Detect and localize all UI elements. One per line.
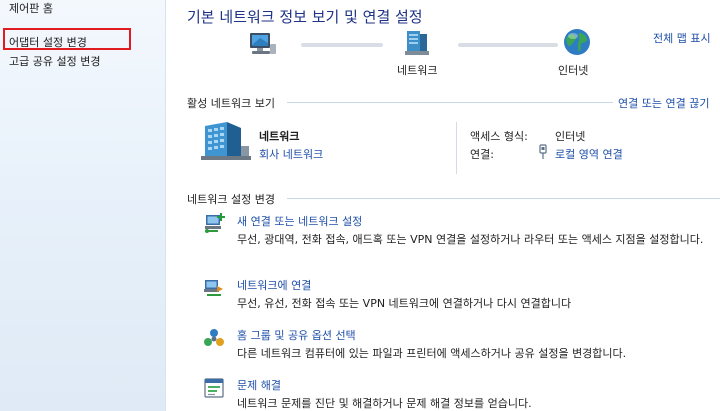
vertical-divider bbox=[456, 122, 457, 174]
internet-label: 인터넷 bbox=[558, 64, 589, 77]
task-title[interactable]: 문제 해결 bbox=[237, 377, 281, 393]
network-building-icon bbox=[201, 122, 251, 160]
network-label: 네트워크 bbox=[397, 64, 438, 77]
map-connection-line bbox=[458, 43, 558, 47]
network-name: 네트워크 bbox=[259, 130, 300, 143]
new-connection-icon[interactable] bbox=[203, 213, 225, 235]
task-description: 네트워크 문제를 진단 및 해결하거나 문제 해결 정보를 얻습니다. bbox=[237, 397, 532, 410]
task-connect-network: 네트워크에 연결 무선, 유선, 전화 접속 또는 VPN 네트워크에 연결하거… bbox=[203, 277, 718, 313]
task-title[interactable]: 네트워크에 연결 bbox=[237, 277, 311, 293]
ethernet-icon bbox=[539, 144, 547, 159]
active-networks-header: 활성 네트워크 보기 bbox=[187, 97, 275, 110]
full-map-link[interactable]: 전체 맵 표시 bbox=[653, 30, 711, 46]
globe-icon[interactable] bbox=[562, 27, 592, 57]
task-new-connection: 새 연결 또는 네트워크 설정 무선, 광대역, 전화 접속, 애드혹 또는 V… bbox=[203, 213, 718, 263]
connections-label: 연결: bbox=[470, 148, 494, 161]
navigation-pane: 제어판 홈 어댑터 설정 변경 고급 공유 설정 변경 bbox=[0, 0, 166, 411]
homegroup-icon[interactable] bbox=[203, 327, 225, 349]
task-homegroup: 홈 그룹 및 공유 옵션 선택 다른 네트워크 컴퓨터에 있는 파일과 프린터에… bbox=[203, 327, 718, 363]
computer-icon[interactable] bbox=[246, 30, 278, 58]
task-description: 다른 네트워크 컴퓨터에 있는 파일과 프린터에 액세스하거나 공유 설정을 변… bbox=[237, 347, 627, 360]
change-settings-header: 네트워크 설정 변경 bbox=[187, 193, 275, 206]
access-type-label: 액세스 형식: bbox=[470, 130, 528, 143]
advanced-sharing-settings-link[interactable]: 고급 공유 설정 변경 bbox=[9, 53, 100, 69]
task-title[interactable]: 홈 그룹 및 공유 옵션 선택 bbox=[237, 327, 356, 343]
local-area-connection-link[interactable]: 로컬 영역 연결 bbox=[555, 146, 623, 162]
main-content: 기본 네트워크 정보 보기 및 연결 설정 전체 맵 표시 네트워크 인터넷 활… bbox=[167, 0, 720, 411]
map-connection-line bbox=[301, 43, 383, 47]
network-icon[interactable] bbox=[403, 29, 433, 57]
task-troubleshoot: 문제 해결 네트워크 문제를 진단 및 해결하거나 문제 해결 정보를 얻습니다… bbox=[203, 377, 718, 411]
connect-disconnect-link[interactable]: 연결 또는 연결 끊기 bbox=[618, 95, 709, 111]
task-title[interactable]: 새 연결 또는 네트워크 설정 bbox=[237, 213, 362, 229]
section-divider bbox=[287, 198, 720, 199]
task-description: 무선, 광대역, 전화 접속, 애드혹 또는 VPN 연결을 설정하거나 라우터… bbox=[237, 233, 704, 246]
troubleshoot-icon[interactable] bbox=[203, 377, 225, 399]
page-title: 기본 네트워크 정보 보기 및 연결 설정 bbox=[187, 8, 423, 26]
connect-network-icon[interactable] bbox=[203, 277, 225, 299]
change-adapter-settings-link[interactable]: 어댑터 설정 변경 bbox=[9, 34, 87, 50]
section-divider bbox=[287, 102, 613, 103]
task-description: 무선, 유선, 전화 접속 또는 VPN 네트워크에 연결하거나 다시 연결합니… bbox=[237, 297, 572, 310]
network-type-link[interactable]: 회사 네트워크 bbox=[259, 146, 323, 162]
control-panel-home-link[interactable]: 제어판 홈 bbox=[9, 0, 53, 16]
access-type-value: 인터넷 bbox=[555, 130, 586, 143]
